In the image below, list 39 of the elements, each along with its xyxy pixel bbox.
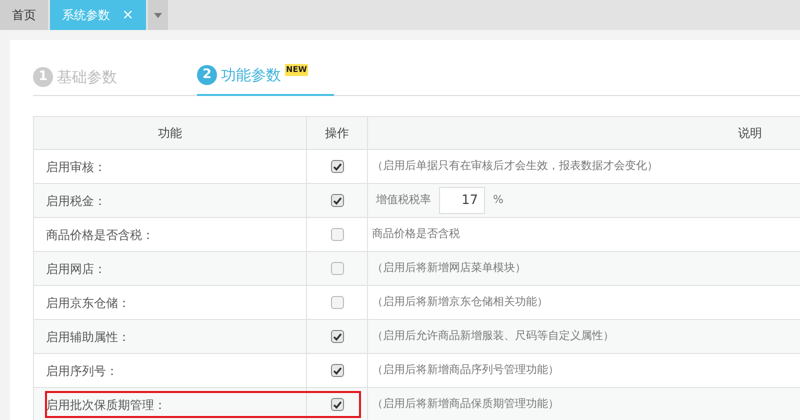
column-header: 功能 xyxy=(34,116,306,150)
feature-label: 商品价格是否含税： xyxy=(46,228,154,242)
checkbox[interactable] xyxy=(330,330,344,343)
step-number: 2 xyxy=(197,64,217,85)
feature-label: 启用序列号： xyxy=(46,364,118,378)
checkbox[interactable] xyxy=(330,262,344,275)
description-text: （启用后将新增网店菜单模块） xyxy=(372,261,526,274)
column-header: 说明 xyxy=(368,116,800,150)
feature-label: 启用批次保质期管理： xyxy=(46,398,166,412)
checkbox[interactable] xyxy=(330,296,344,309)
checkmark-icon xyxy=(332,332,342,340)
checkmark-icon xyxy=(332,196,342,204)
new-badge: NEW xyxy=(285,64,308,76)
percent-unit: % xyxy=(493,192,504,208)
description-text: （启用后单据只有在审核后才会生效，报表数据才会变化） xyxy=(372,159,658,172)
checkbox[interactable] xyxy=(330,194,344,207)
checkmark-icon xyxy=(332,162,342,170)
checkmark-icon xyxy=(332,400,342,408)
description-text: （启用后将新增京东仓储相关功能） xyxy=(372,295,548,308)
rate-label: 增值税税率 xyxy=(376,192,431,208)
checkmark-icon xyxy=(332,366,342,374)
description-text: 商品价格是否含税 xyxy=(372,227,460,240)
tab-menu-button[interactable] xyxy=(148,0,168,30)
feature-label: 启用网店： xyxy=(46,262,106,276)
feature-label: 启用审核： xyxy=(46,160,106,174)
checkbox[interactable] xyxy=(330,364,344,377)
checkbox[interactable] xyxy=(330,398,344,411)
description-text: （启用后将新增商品序列号管理功能） xyxy=(372,363,559,376)
feature-label: 启用京东仓储： xyxy=(46,296,130,310)
step-tab[interactable]: 2 功能参数 NEW xyxy=(197,64,334,96)
description-text: （启用后允许商品新增服装、尺码等自定义属性） xyxy=(372,329,614,342)
checkbox[interactable] xyxy=(330,160,344,173)
caret-icon xyxy=(154,12,162,18)
rate-input-field[interactable]: 17 xyxy=(439,187,485,214)
feature-label: 启用税金： xyxy=(46,194,106,208)
feature-label: 启用辅助属性： xyxy=(46,330,130,344)
page-tab[interactable]: 首页 xyxy=(0,0,48,30)
checkbox[interactable] xyxy=(330,228,344,241)
description-text: （启用后将新增商品保质期管理功能） xyxy=(372,397,559,410)
